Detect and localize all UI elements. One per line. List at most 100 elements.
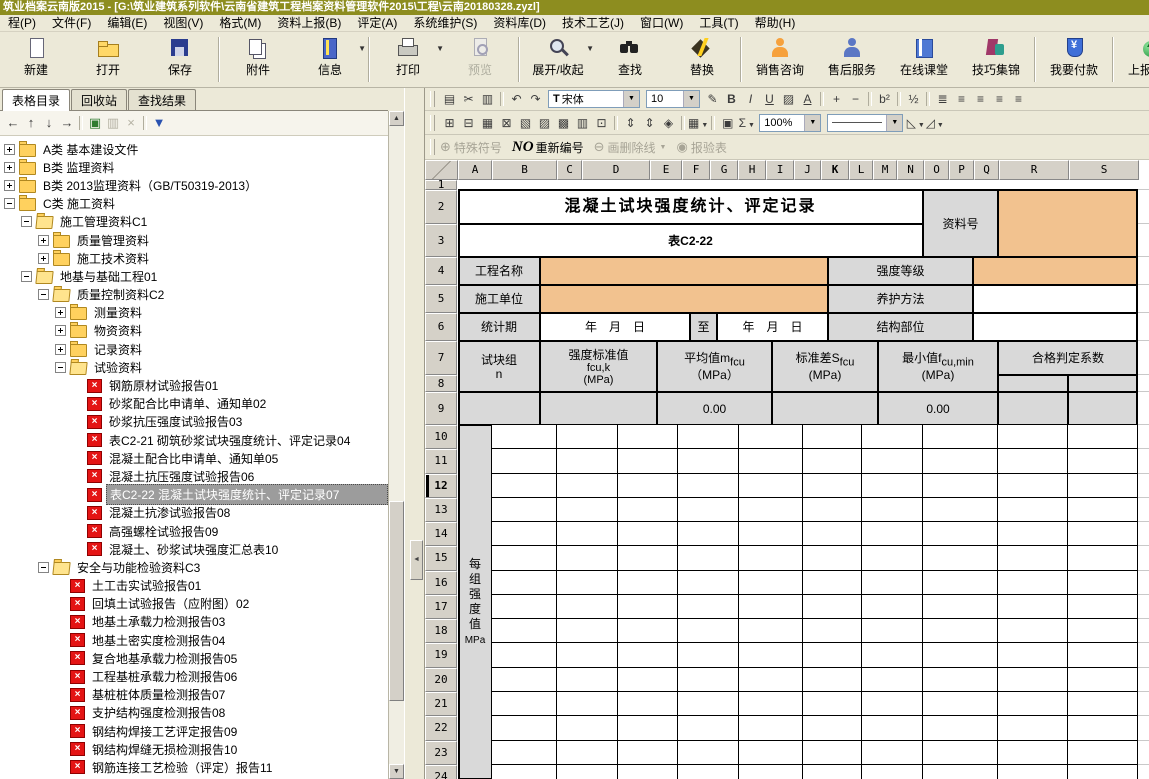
grid-cell[interactable] [998, 765, 1068, 779]
column-header-I[interactable]: I [766, 160, 794, 180]
grid-cell[interactable] [998, 474, 1068, 498]
grid-cell[interactable] [998, 449, 1068, 473]
column-header-F[interactable]: F [682, 160, 710, 180]
diagonal-line2-icon[interactable]: ◿▼ [925, 114, 944, 132]
menu-item[interactable]: 系统维护(S) [405, 15, 485, 31]
row-header-20[interactable]: 20 [425, 668, 457, 692]
grid-cell[interactable] [678, 741, 739, 765]
grid-cell[interactable] [678, 668, 739, 692]
tree-folder-item[interactable]: 记录资料 [0, 340, 388, 358]
panel-splitter[interactable]: ◄ [404, 88, 425, 779]
expand-icon[interactable] [4, 180, 15, 191]
grid-cell[interactable] [492, 474, 557, 498]
doc-no-input[interactable] [998, 190, 1138, 257]
cut-icon[interactable]: ✂ [459, 90, 478, 108]
font-family-select[interactable]: T 宋体 ▼ [548, 90, 640, 108]
tips-collection-button[interactable]: 技巧集锦 [960, 32, 1032, 87]
grid-cell[interactable] [862, 741, 923, 765]
grid-cell[interactable] [862, 425, 923, 449]
grid-cell[interactable] [618, 546, 678, 570]
grid-cell[interactable] [862, 643, 923, 667]
tree-doc-item[interactable]: ×砂浆抗压强度试验报告03 [0, 413, 388, 431]
tree-doc-item[interactable]: ×地基土承载力检测报告03 [0, 613, 388, 631]
grid-cell[interactable] [1068, 449, 1138, 473]
project-name-input[interactable] [540, 257, 828, 285]
contractor-input[interactable] [540, 285, 828, 313]
insert-minus-icon[interactable]: − [846, 90, 865, 108]
scrollbar-thumb[interactable] [389, 501, 404, 701]
grid-cell[interactable] [1068, 425, 1138, 449]
column-header-J[interactable]: J [794, 160, 821, 180]
grid-cell[interactable] [618, 741, 678, 765]
menu-item[interactable]: 资料上报(B) [269, 15, 349, 31]
replace-button[interactable]: 替换 [666, 32, 738, 87]
grid-cell[interactable] [557, 668, 618, 692]
grid-cell[interactable] [923, 571, 998, 595]
grid-cell[interactable] [803, 716, 862, 740]
collapse-icon[interactable] [21, 271, 32, 282]
grid-cell[interactable] [557, 522, 618, 546]
row-header-1[interactable]: 1 [425, 180, 457, 190]
column-header-B[interactable]: B [492, 160, 557, 180]
grid-cell[interactable] [618, 571, 678, 595]
grid-cell[interactable] [923, 546, 998, 570]
collapse-panel-icon[interactable]: ◄ [410, 540, 423, 580]
grid-cell[interactable] [739, 741, 803, 765]
grid-cell[interactable] [923, 692, 998, 716]
tree-doc-item[interactable]: ×砂浆配合比申请单、通知单02 [0, 395, 388, 413]
grid-cell[interactable] [739, 474, 803, 498]
row-header-19[interactable]: 19 [425, 643, 457, 667]
grid-cell[interactable] [492, 716, 557, 740]
row-header-3[interactable]: 3 [425, 224, 457, 257]
tab-recycle[interactable]: 回收站 [71, 89, 127, 111]
grid-cell[interactable] [618, 522, 678, 546]
grid-cell[interactable] [557, 546, 618, 570]
grid-cell[interactable] [739, 498, 803, 522]
grid-cell[interactable] [803, 498, 862, 522]
sheet-corner-cell[interactable] [425, 160, 458, 180]
toolbar-grip[interactable] [430, 115, 435, 131]
lock-cell-icon[interactable]: ⊡ [592, 114, 611, 132]
menu-item[interactable]: 程(P) [0, 15, 44, 31]
curing-method-input[interactable] [973, 285, 1138, 313]
collapse-icon[interactable] [38, 562, 49, 573]
column-header-M[interactable]: M [873, 160, 897, 180]
coef-sub-cell-2[interactable] [1068, 375, 1138, 392]
row-header-15[interactable]: 15 [425, 546, 457, 570]
avg-value-cell[interactable]: 0.00 [657, 392, 772, 425]
tree-doc-item[interactable]: ×混凝土抗渗试验报告08 [0, 504, 388, 522]
row-height-inc-icon[interactable]: ⇕ [621, 114, 640, 132]
fill-color-icon[interactable]: ▨ [779, 90, 798, 108]
fraction-icon[interactable]: ½ [904, 90, 923, 108]
chevron-down-icon[interactable]: ▼ [886, 115, 902, 131]
row-header-11[interactable]: 11 [425, 449, 457, 473]
eraser-icon[interactable]: ◈ [659, 114, 678, 132]
format-brush-icon[interactable]: ✎ [703, 90, 722, 108]
menu-item[interactable]: 编辑(E) [99, 15, 155, 31]
sales-consult-button[interactable]: 销售咨询 [744, 32, 816, 87]
grid-cell[interactable] [678, 765, 739, 779]
chevron-down-icon[interactable]: ▼ [358, 44, 366, 53]
chevron-down-icon[interactable]: ▼ [683, 91, 699, 107]
new-button[interactable]: 新建 [0, 32, 72, 87]
grid-cell[interactable] [803, 546, 862, 570]
coef-value-1[interactable] [998, 392, 1068, 425]
menu-item[interactable]: 技术工艺(J) [554, 15, 632, 31]
tree-doc-item[interactable]: ×工程基桩承载力检测报告06 [0, 667, 388, 685]
row-header-4[interactable]: 4 [425, 257, 457, 285]
nav-up-icon[interactable]: ↑ [22, 114, 40, 132]
grid-cell[interactable] [678, 449, 739, 473]
justify-icon[interactable]: ≣ [933, 90, 952, 108]
nav-left-icon[interactable]: ← [4, 114, 22, 132]
pattern-cells-icon[interactable]: ▥ [573, 114, 592, 132]
underline-icon[interactable]: U [760, 90, 779, 108]
grid-cell[interactable] [739, 765, 803, 779]
expand-icon[interactable] [38, 253, 49, 264]
grid-cell[interactable] [492, 765, 557, 779]
tree-folder-item[interactable]: 质量控制资料C2 [0, 286, 388, 304]
column-header-P[interactable]: P [949, 160, 974, 180]
grid-cell[interactable] [998, 522, 1068, 546]
tree-folder-item[interactable]: C类 施工资料 [0, 195, 388, 213]
tree-doc-item[interactable]: ×回填土试验报告（应附图）02 [0, 595, 388, 613]
align-right-icon[interactable]: ≡ [990, 90, 1009, 108]
